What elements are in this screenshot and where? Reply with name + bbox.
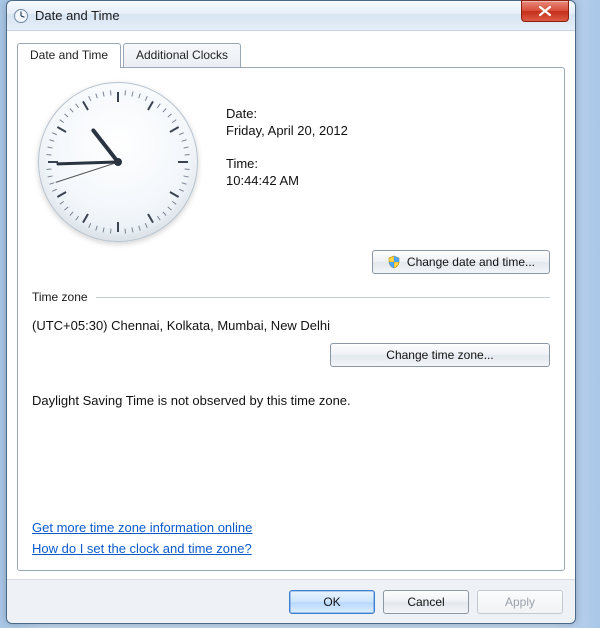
- datetime-text: Date: Friday, April 20, 2012 Time: 10:44…: [226, 82, 348, 206]
- group-divider: [96, 297, 550, 298]
- clock-app-icon: [13, 8, 29, 24]
- tab-label: Date and Time: [30, 48, 108, 62]
- client-area: Date and Time Additional Clocks Date: Fr…: [7, 31, 575, 579]
- change-date-time-button[interactable]: Change date and time...: [372, 250, 550, 274]
- button-label: Change time zone...: [386, 348, 493, 362]
- change-tz-row: Change time zone...: [32, 343, 550, 367]
- button-label: Change date and time...: [407, 255, 535, 269]
- time-label: Time:: [226, 156, 348, 171]
- link-how-to-set-clock[interactable]: How do I set the clock and time zone?: [32, 541, 252, 556]
- clock-pivot: [114, 158, 122, 166]
- cancel-button[interactable]: Cancel: [383, 590, 469, 614]
- dialog-button-row: OK Cancel Apply: [7, 579, 575, 623]
- timezone-current: (UTC+05:30) Chennai, Kolkata, Mumbai, Ne…: [32, 318, 550, 333]
- window-title: Date and Time: [35, 8, 120, 23]
- tab-date-and-time[interactable]: Date and Time: [17, 43, 121, 68]
- button-label: Apply: [505, 595, 535, 609]
- change-dt-row: Change date and time...: [32, 250, 550, 274]
- apply-button[interactable]: Apply: [477, 590, 563, 614]
- button-label: Cancel: [407, 595, 444, 609]
- ok-button[interactable]: OK: [289, 590, 375, 614]
- titlebar[interactable]: Date and Time: [7, 1, 575, 31]
- tab-panel: Date: Friday, April 20, 2012 Time: 10:44…: [17, 67, 565, 571]
- dst-note: Daylight Saving Time is not observed by …: [32, 393, 550, 408]
- uac-shield-icon: [387, 255, 401, 269]
- time-value: 10:44:42 AM: [226, 173, 348, 188]
- tab-strip: Date and Time Additional Clocks: [17, 43, 565, 67]
- help-links: Get more time zone information online Ho…: [32, 520, 252, 556]
- close-button[interactable]: [521, 0, 569, 22]
- tab-additional-clocks[interactable]: Additional Clocks: [123, 43, 241, 67]
- analog-clock: [38, 82, 198, 242]
- close-icon: [538, 5, 552, 17]
- change-time-zone-button[interactable]: Change time zone...: [330, 343, 550, 367]
- group-label: Time zone: [32, 290, 88, 304]
- link-more-tz-info[interactable]: Get more time zone information online: [32, 520, 252, 535]
- date-value: Friday, April 20, 2012: [226, 123, 348, 138]
- datetime-row: Date: Friday, April 20, 2012 Time: 10:44…: [32, 82, 550, 242]
- date-label: Date:: [226, 106, 348, 121]
- date-time-window: Date and Time Date and Time Additional C…: [6, 0, 576, 624]
- button-label: OK: [323, 595, 340, 609]
- timezone-group-header: Time zone: [32, 290, 550, 304]
- tab-label: Additional Clocks: [136, 48, 228, 62]
